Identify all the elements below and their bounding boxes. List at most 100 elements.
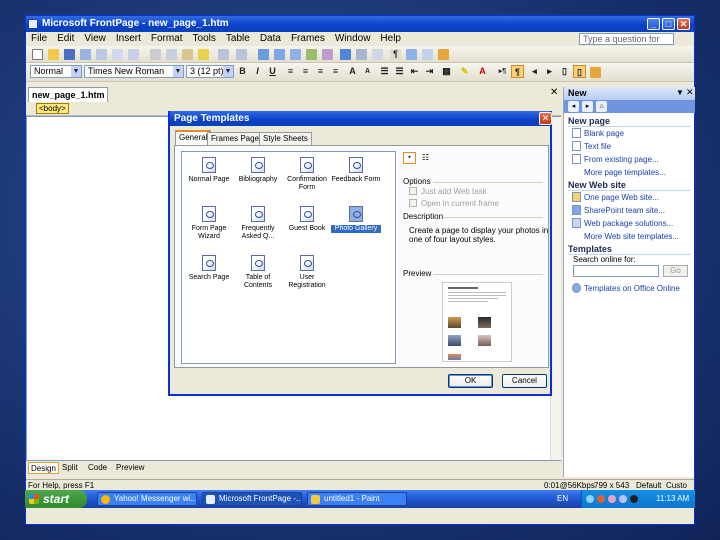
spelling-icon[interactable] bbox=[128, 49, 139, 60]
justify-button[interactable]: ≡ bbox=[329, 65, 342, 78]
pilcrow-icon[interactable]: ¶ bbox=[390, 49, 401, 60]
menu-file[interactable]: File bbox=[26, 32, 52, 46]
template-guest-book[interactable]: Guest Book bbox=[282, 203, 332, 248]
tab-style-sheets[interactable]: Style Sheets bbox=[259, 132, 312, 145]
task-frontpage[interactable]: Microsoft FrontPage -... bbox=[202, 492, 302, 506]
refresh-icon[interactable] bbox=[356, 49, 367, 60]
text-file-link[interactable]: Text file bbox=[584, 142, 611, 151]
task-pane-menu-icon[interactable]: ▼ bbox=[676, 88, 684, 97]
menu-table[interactable]: Table bbox=[221, 32, 255, 46]
template-confirmation-form[interactable]: Confirmation Form bbox=[282, 154, 332, 199]
back-button[interactable]: ◂ bbox=[528, 65, 541, 78]
toolbar-overflow-icon[interactable] bbox=[438, 49, 449, 60]
save-icon[interactable] bbox=[64, 49, 75, 60]
hyperlink-icon[interactable] bbox=[340, 49, 351, 60]
antivirus-icon[interactable] bbox=[597, 495, 605, 503]
template-search-input[interactable] bbox=[573, 265, 659, 277]
tab-general[interactable]: General bbox=[175, 130, 212, 146]
insert-table-icon[interactable] bbox=[274, 49, 285, 60]
language-indicator[interactable]: EN bbox=[557, 490, 568, 508]
clock[interactable]: 11:13 AM bbox=[656, 490, 689, 508]
sharepoint-site-link[interactable]: SharePoint team site... bbox=[584, 206, 665, 215]
stop-icon[interactable] bbox=[372, 49, 383, 60]
highlight-button[interactable]: ✎ bbox=[458, 65, 471, 78]
font-select[interactable]: Times New Roman ▼ bbox=[84, 65, 184, 78]
home-icon[interactable]: ⌂ bbox=[596, 101, 607, 112]
existing-page-link[interactable]: From existing page... bbox=[584, 155, 659, 164]
menu-tools[interactable]: Tools bbox=[188, 32, 221, 46]
style-select[interactable]: Normal ▼ bbox=[30, 65, 82, 78]
format-painter-icon[interactable] bbox=[198, 49, 209, 60]
code-view-button[interactable]: Code bbox=[86, 462, 109, 474]
open-in-frame-checkbox[interactable] bbox=[409, 199, 417, 207]
close-document-icon[interactable]: ✕ bbox=[550, 87, 558, 98]
bold-button[interactable]: B bbox=[236, 65, 249, 78]
font-size-select[interactable]: 3 (12 pt) ▼ bbox=[186, 65, 234, 78]
ltr-button[interactable]: ▸¶ bbox=[496, 65, 509, 78]
page-button[interactable]: ▯ bbox=[558, 65, 571, 78]
maximize-button[interactable]: □ bbox=[662, 18, 675, 30]
menu-view[interactable]: View bbox=[79, 32, 111, 46]
blank-page-link[interactable]: Blank page bbox=[584, 129, 624, 138]
increase-font-button[interactable]: A bbox=[346, 65, 359, 78]
just-add-web-task-checkbox[interactable] bbox=[409, 187, 417, 195]
borders-button[interactable]: ▦ bbox=[440, 65, 453, 78]
volume-icon[interactable] bbox=[619, 495, 627, 503]
italic-button[interactable]: I bbox=[251, 65, 264, 78]
new-page-icon[interactable] bbox=[32, 49, 43, 60]
go-button[interactable]: Go bbox=[663, 265, 688, 277]
cut-icon[interactable] bbox=[150, 49, 161, 60]
messenger-tray-icon[interactable] bbox=[608, 495, 616, 503]
toolbar-overflow-icon[interactable] bbox=[590, 67, 601, 78]
template-feedback-form[interactable]: Feedback Form bbox=[331, 154, 381, 199]
more-page-templates-link[interactable]: More page templates... bbox=[584, 168, 666, 177]
menu-format[interactable]: Format bbox=[146, 32, 188, 46]
drawing-icon[interactable] bbox=[322, 49, 333, 60]
print-icon[interactable] bbox=[96, 49, 107, 60]
task-yahoo-messenger[interactable]: Yahoo! Messenger wi... bbox=[97, 492, 197, 506]
forward-button[interactable]: ▸ bbox=[543, 65, 556, 78]
menu-help[interactable]: Help bbox=[375, 32, 406, 46]
template-normal-page[interactable]: Normal Page bbox=[184, 154, 234, 199]
more-site-templates-link[interactable]: More Web site templates... bbox=[584, 232, 679, 241]
task-pane-button[interactable]: ▯ bbox=[573, 65, 586, 78]
open-folder-icon[interactable] bbox=[48, 49, 59, 60]
publish-icon[interactable] bbox=[80, 49, 91, 60]
design-view-button[interactable]: Design bbox=[28, 462, 59, 474]
increase-indent-button[interactable]: ⇥ bbox=[423, 65, 436, 78]
list-view-icon[interactable]: ☷ bbox=[419, 152, 432, 164]
one-page-site-link[interactable]: One page Web site... bbox=[584, 193, 659, 202]
help-search-input[interactable]: Type a question for help bbox=[579, 33, 674, 54]
align-left-button[interactable]: ≡ bbox=[284, 65, 297, 78]
menu-insert[interactable]: Insert bbox=[111, 32, 146, 46]
body-tag[interactable]: <body> bbox=[36, 103, 69, 114]
task-paint[interactable]: untitled1 - Paint bbox=[307, 492, 407, 506]
template-user-registration[interactable]: User Registration bbox=[282, 252, 332, 297]
close-button[interactable]: ✕ bbox=[677, 18, 690, 30]
paste-icon[interactable] bbox=[182, 49, 193, 60]
back-icon[interactable]: ◂ bbox=[568, 101, 579, 112]
minimize-button[interactable]: _ bbox=[647, 18, 660, 30]
web-component-icon[interactable] bbox=[258, 49, 269, 60]
redo-icon[interactable] bbox=[236, 49, 247, 60]
menu-window[interactable]: Window bbox=[330, 32, 376, 46]
template-bibliography[interactable]: Bibliography bbox=[233, 154, 283, 199]
bullets-button[interactable]: ☰ bbox=[393, 65, 406, 78]
template-photo-gallery[interactable]: Photo Gallery bbox=[331, 203, 381, 248]
ok-button[interactable]: OK bbox=[448, 374, 493, 388]
tray-app-icon[interactable] bbox=[630, 495, 638, 503]
web-package-link[interactable]: Web package solutions... bbox=[584, 219, 673, 228]
insert-layer-icon[interactable] bbox=[290, 49, 301, 60]
title-bar[interactable]: Microsoft FrontPage - new_page_1.htm _ □… bbox=[26, 16, 694, 32]
large-icons-view-icon[interactable]: ▪ bbox=[403, 152, 416, 164]
template-search-page[interactable]: Search Page bbox=[184, 252, 234, 297]
forward-icon[interactable]: ▸ bbox=[582, 101, 593, 112]
numbering-button[interactable]: ☰ bbox=[378, 65, 391, 78]
menu-edit[interactable]: Edit bbox=[52, 32, 79, 46]
font-color-button[interactable]: A bbox=[476, 65, 489, 78]
underline-button[interactable]: U bbox=[266, 65, 279, 78]
menu-data[interactable]: Data bbox=[255, 32, 286, 46]
office-online-link[interactable]: Templates on Office Online bbox=[584, 284, 680, 293]
cancel-button[interactable]: Cancel bbox=[502, 374, 547, 388]
template-faq[interactable]: Frequently Asked Q... bbox=[233, 203, 283, 248]
